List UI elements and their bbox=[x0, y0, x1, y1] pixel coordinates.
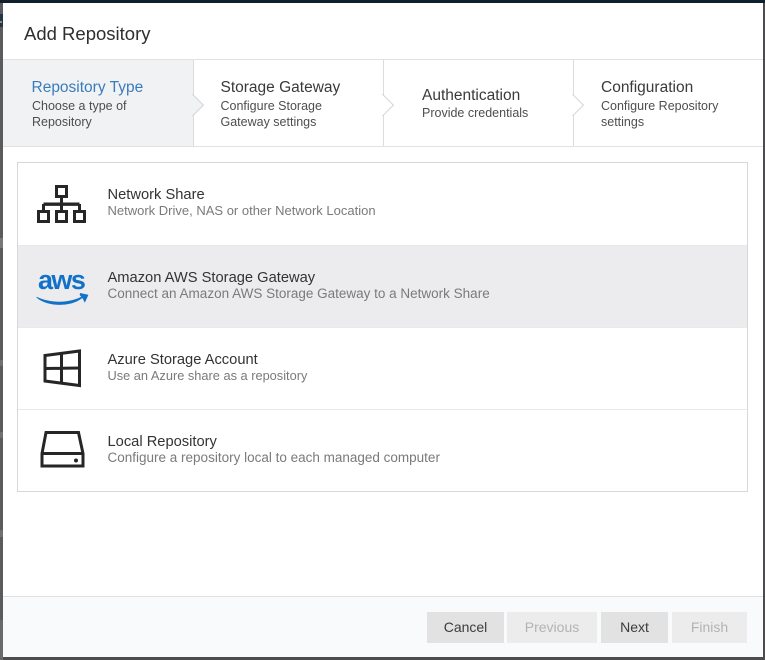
svg-text:aws: aws bbox=[38, 265, 85, 295]
